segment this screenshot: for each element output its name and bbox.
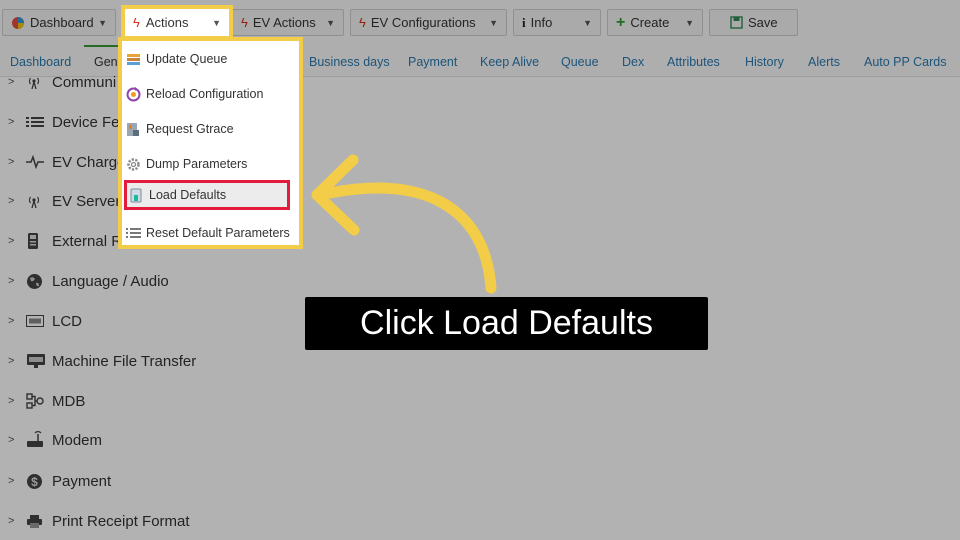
instruction-callout: Click Load Defaults (305, 297, 708, 350)
callout-text: Click Load Defaults (360, 304, 653, 342)
arrow-icon (311, 154, 497, 294)
